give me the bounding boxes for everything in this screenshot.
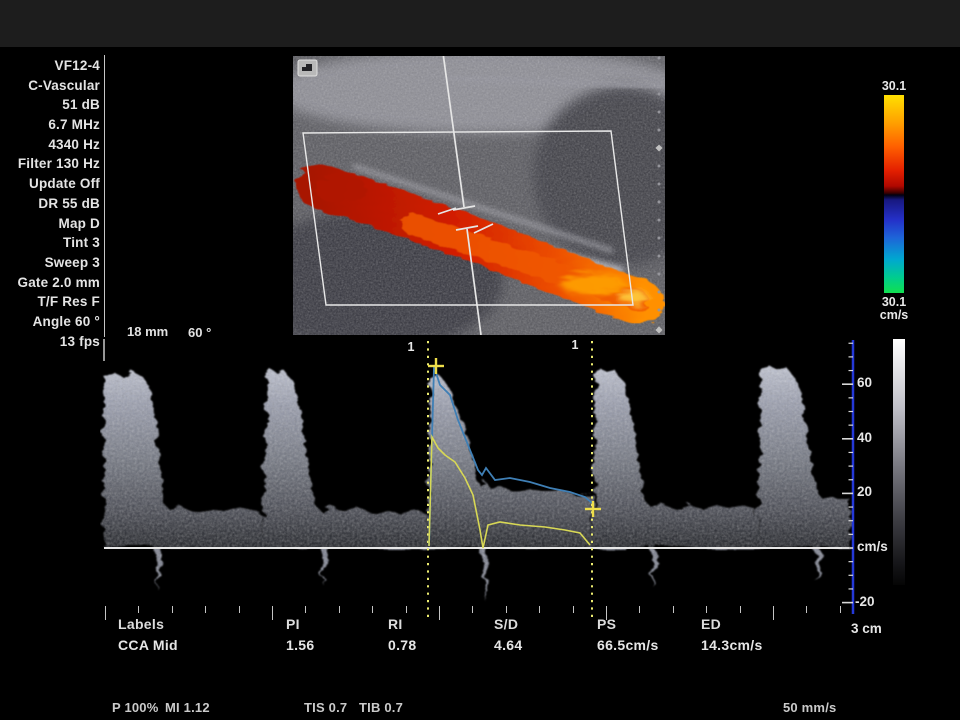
param-transducer: VF12-4 — [0, 56, 100, 76]
time-tick — [138, 606, 139, 613]
bmode-color-doppler-image — [293, 56, 665, 335]
meas-col-pi-header: PI — [286, 616, 300, 632]
time-tick — [372, 606, 373, 613]
meas-col-ps-value: 66.5cm/s — [597, 637, 659, 653]
param-frequency: 6.7 MHz — [0, 115, 100, 135]
ultrasound-screen: VF12-4 C-Vascular 51 dB 6.7 MHz 4340 Hz … — [0, 0, 960, 720]
cursor1-number: 1 — [404, 340, 418, 354]
param-map: Map D — [0, 214, 100, 234]
param-filter: Filter 130 Hz — [0, 154, 100, 174]
color-scale-unit: cm/s — [872, 308, 916, 322]
time-tick — [205, 606, 206, 613]
time-tick — [239, 606, 240, 613]
time-tick — [172, 606, 173, 613]
cursor2-number: 1 — [568, 338, 582, 352]
top-bar — [0, 0, 960, 47]
time-tick — [673, 606, 674, 613]
vel-label-60: 60 — [857, 375, 872, 390]
color-velocity-bar — [884, 95, 904, 293]
color-scale-top-value: 30.1 — [872, 79, 916, 93]
param-sweep: Sweep 3 — [0, 253, 100, 273]
time-tick — [806, 606, 807, 613]
meas-col-sd-value: 4.64 — [494, 637, 522, 653]
time-tick — [706, 606, 707, 613]
vel-label-20: 20 — [857, 484, 872, 499]
meas-col-ed-header: ED — [701, 616, 721, 632]
time-tick — [339, 606, 340, 613]
time-tick — [773, 606, 774, 620]
param-update: Update Off — [0, 174, 100, 194]
param-gate: Gate 2.0 mm — [0, 273, 100, 293]
meas-col-ed-value: 14.3cm/s — [701, 637, 763, 653]
param-prf: 4340 Hz — [0, 135, 100, 155]
parameter-sidebar: VF12-4 C-Vascular 51 dB 6.7 MHz 4340 Hz … — [0, 56, 100, 351]
sidebar-divider — [104, 55, 105, 337]
status-tib: TIB 0.7 — [359, 700, 403, 715]
meas-col-labels-value: CCA Mid — [118, 637, 178, 653]
param-preset: C-Vascular — [0, 76, 100, 96]
time-tick — [439, 606, 440, 620]
time-ruler — [100, 606, 860, 624]
meas-col-sd-header: S/D — [494, 616, 518, 632]
status-mi: MI 1.12 — [165, 700, 210, 715]
time-tick — [105, 606, 106, 620]
gate-size-label: 18 mm — [127, 324, 168, 339]
spectral-doppler-display — [100, 338, 860, 620]
param-angle: Angle 60 ° — [0, 312, 100, 332]
vel-label-40: 40 — [857, 430, 872, 445]
meas-col-ri-value: 0.78 — [388, 637, 416, 653]
meas-col-ri-header: RI — [388, 616, 403, 632]
color-scale-bottom-value: 30.1 — [872, 295, 916, 309]
meas-col-pi-value: 1.56 — [286, 637, 314, 653]
time-tick — [639, 606, 640, 613]
time-tick — [472, 606, 473, 613]
time-tick — [539, 606, 540, 613]
time-tick — [305, 606, 306, 613]
param-tf-res: T/F Res F — [0, 292, 100, 312]
param-dynamic-range: DR 55 dB — [0, 194, 100, 214]
time-tick — [573, 606, 574, 613]
param-gain: 51 dB — [0, 95, 100, 115]
param-framerate: 13 fps — [0, 332, 100, 352]
time-tick — [740, 606, 741, 613]
spectral-grayscale-bar — [893, 339, 905, 585]
meas-col-labels-header: Labels — [118, 616, 164, 632]
status-power: P 100% — [112, 700, 159, 715]
time-tick — [840, 606, 841, 613]
status-sweep-speed: 50 mm/s — [783, 700, 836, 715]
status-tis: TIS 0.7 — [304, 700, 347, 715]
time-tick — [272, 606, 273, 620]
orientation-marker-icon — [298, 60, 317, 76]
time-tick — [506, 606, 507, 613]
time-tick — [406, 606, 407, 613]
meas-col-ps-header: PS — [597, 616, 616, 632]
param-tint: Tint 3 — [0, 233, 100, 253]
spectral-waveform — [100, 338, 860, 620]
vel-label-unit: cm/s — [857, 539, 888, 554]
